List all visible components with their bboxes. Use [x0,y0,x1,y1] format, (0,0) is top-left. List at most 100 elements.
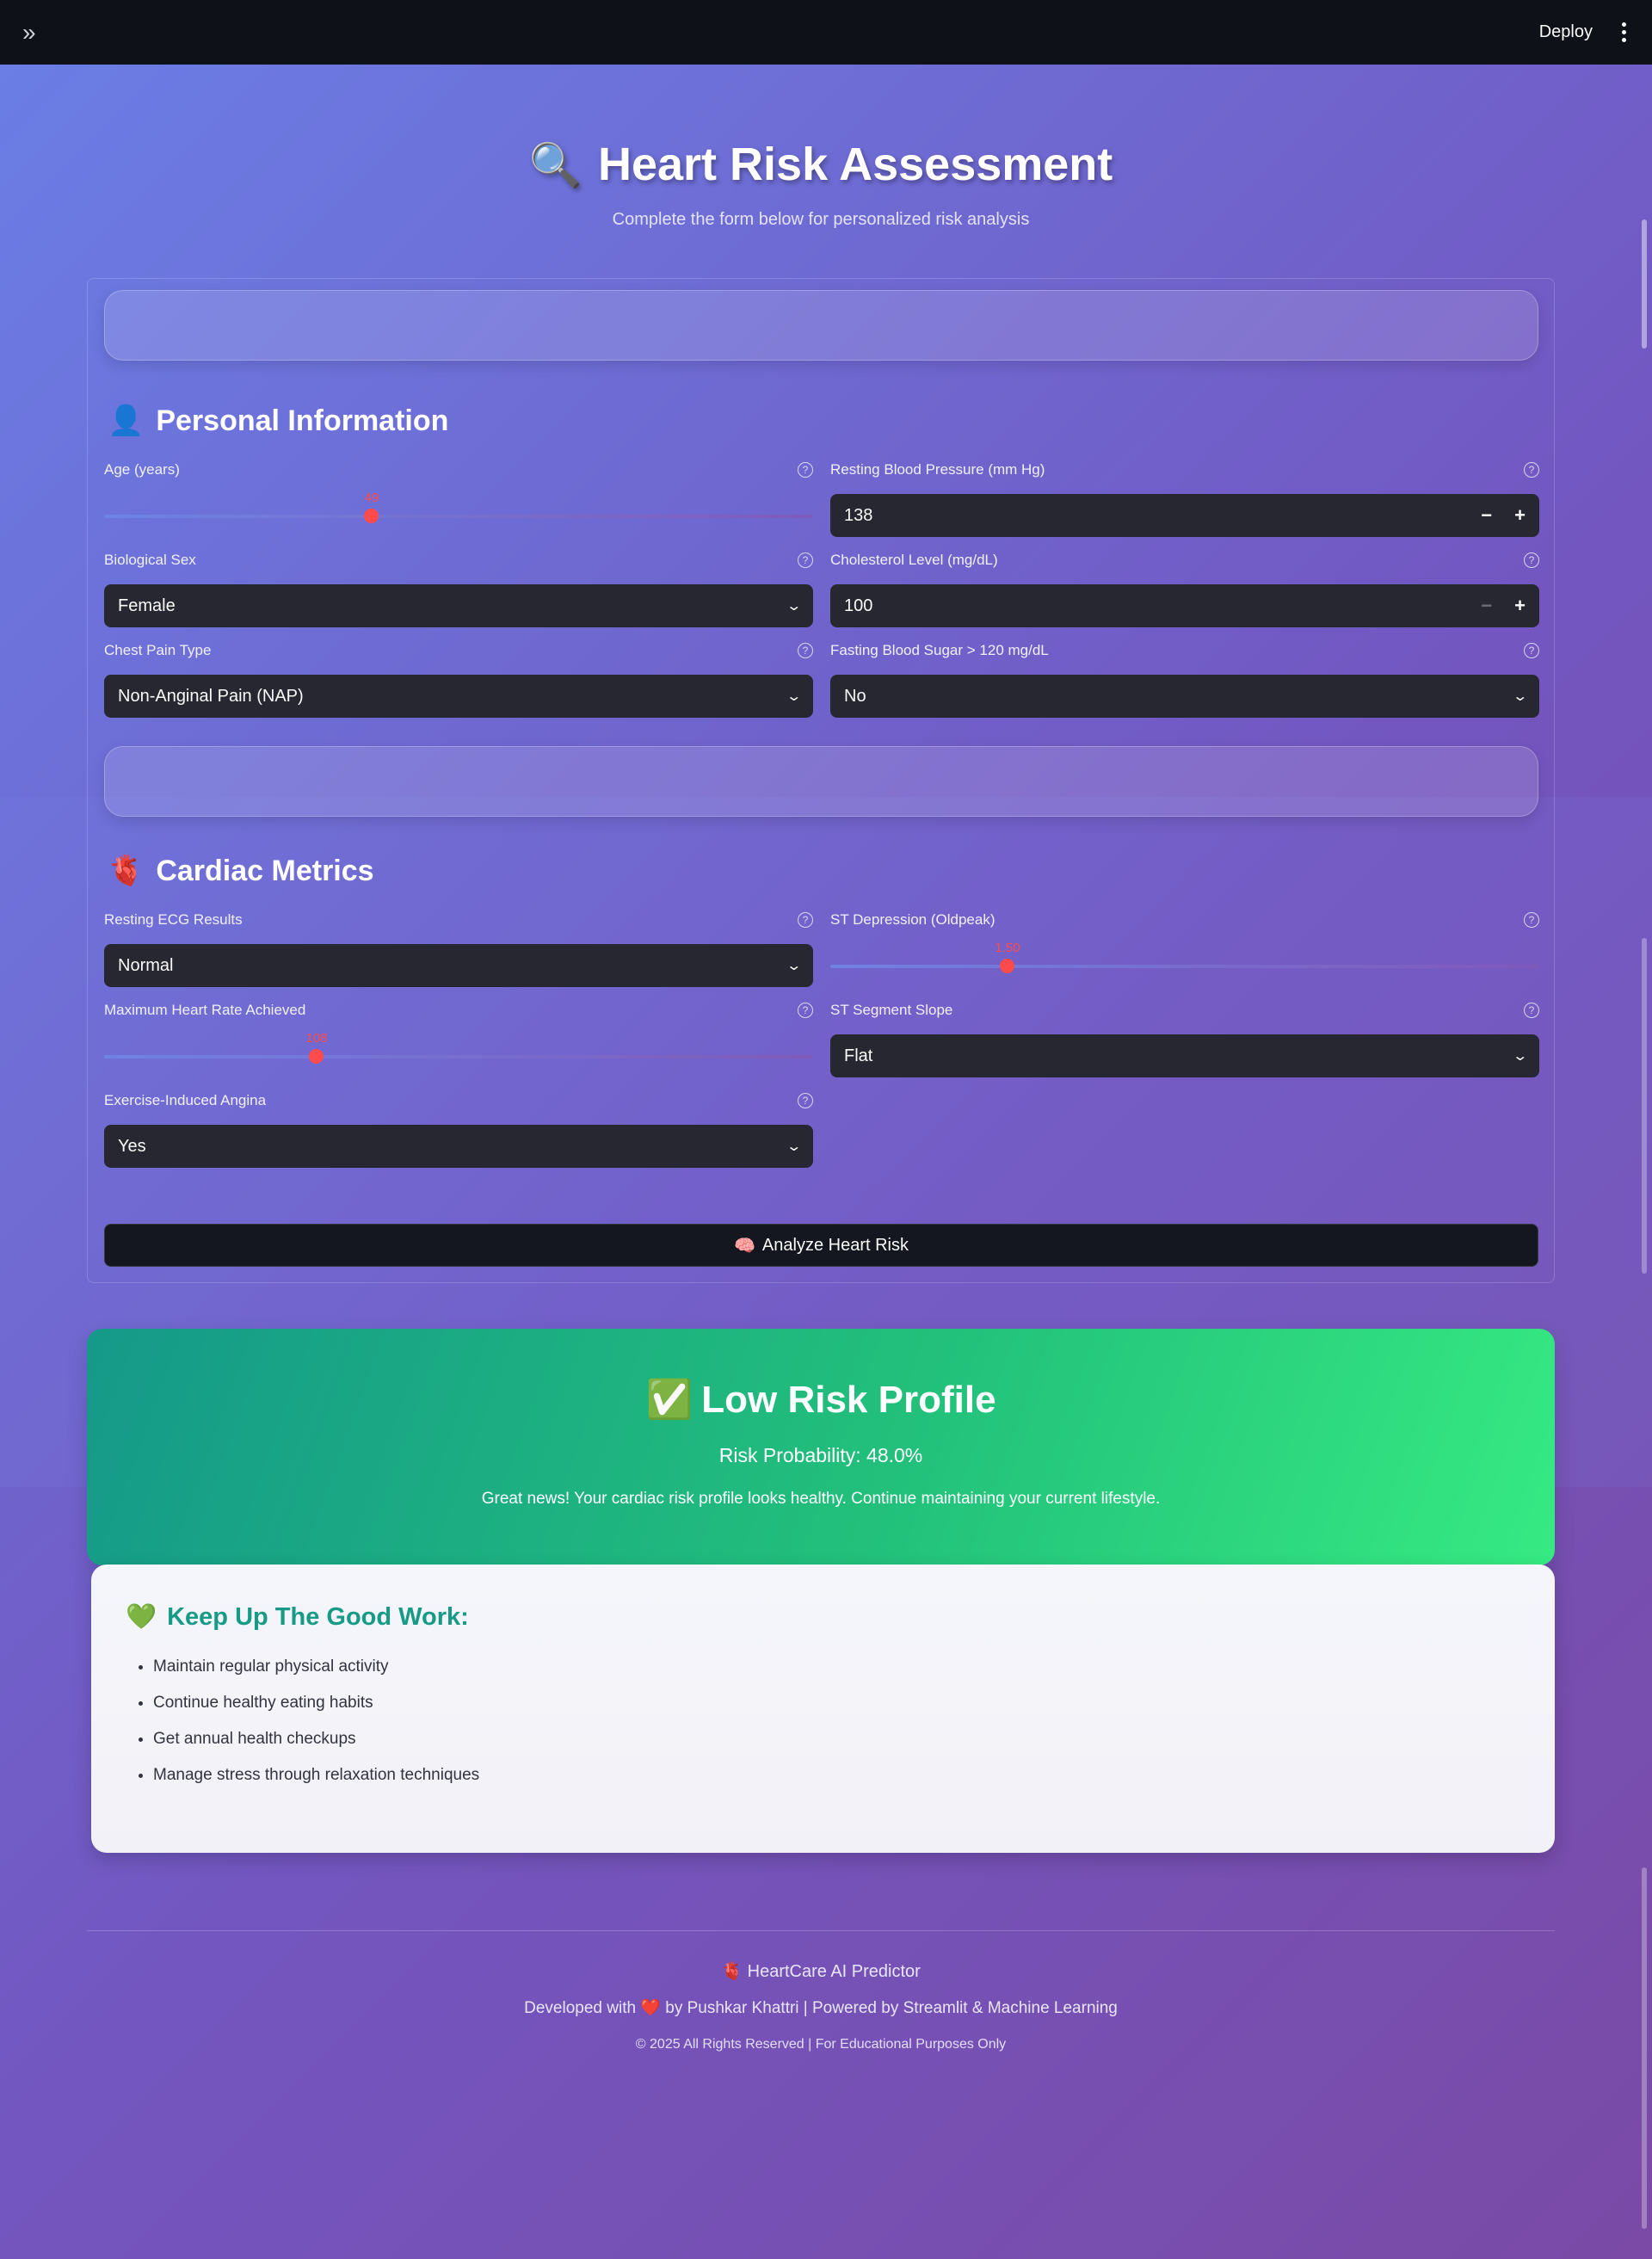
result-title-text: Low Risk Profile [701,1379,996,1421]
chest-pain-value: Non-Anginal Pain (NAP) [118,686,304,706]
oldpeak-field: ST Depression (Oldpeak)? 1.50 [830,911,1539,987]
angina-select[interactable]: Yes ⌄ [104,1125,813,1168]
section-title-personal: 👤 Personal Information [108,404,448,438]
chevron-down-icon[interactable]: ⌄ [1512,688,1528,705]
check-icon: ✅ [645,1379,693,1421]
chevron-down-icon[interactable]: ⌄ [786,957,802,974]
glass-panel [104,746,1538,817]
slider-thumb[interactable] [309,1049,324,1064]
cholesterol-input[interactable]: 100 − + [830,584,1539,627]
help-icon[interactable]: ? [1524,912,1539,928]
help-icon[interactable]: ? [798,1003,813,1018]
decrement-button[interactable]: − [1481,595,1492,617]
angina-field: Exercise-Induced Angina? Yes ⌄ [104,1092,813,1168]
bp-field: Resting Blood Pressure (mm Hg)? 138 − + [830,461,1539,537]
list-item: Manage stress through relaxation techniq… [153,1766,1520,1785]
expand-sidebar-icon[interactable]: » [22,19,35,46]
help-icon[interactable]: ? [798,912,813,928]
chest-pain-label: Chest Pain Type [104,642,212,658]
magnifier-icon: 🔍 [528,141,583,189]
scrollbar[interactable] [1637,65,1652,2259]
page-header: 🔍 Heart Risk Assessment Complete the form… [0,138,1642,230]
risk-probability: Risk Probability: 48.0% [718,1444,923,1466]
help-icon[interactable]: ? [798,462,813,478]
help-icon[interactable]: ? [798,643,813,658]
result-card: ✅ Low Risk Profile Risk Probability: 48.0… [87,1329,1555,1565]
chevron-down-icon[interactable]: ⌄ [786,597,802,614]
max-hr-slider[interactable]: 108 [104,1031,813,1077]
tips-card: 💚 Keep Up The Good Work: Maintain regular… [91,1565,1555,1853]
footer-dev-suffix: by Pushkar Khattri | Powered by Streamli… [665,1999,1118,2017]
help-icon[interactable]: ? [798,552,813,568]
slider-value: 1.50 [995,941,1020,955]
help-icon[interactable]: ? [798,1093,813,1108]
page-subtitle: Complete the form below for personalized… [612,210,1030,229]
increment-button[interactable]: + [1514,504,1526,527]
footer-brand-text: HeartCare AI Predictor [747,1962,921,1981]
footer-dev-prefix: Developed with [524,1999,637,2017]
tips-title-text: Keep Up The Good Work: [167,1602,469,1631]
deploy-button[interactable]: Deploy [1539,22,1593,42]
bp-input[interactable]: 138 − + [830,494,1539,537]
help-icon[interactable]: ? [1524,552,1539,568]
chevron-down-icon[interactable]: ⌄ [786,1138,802,1155]
heart-organ-icon: 🫀 [108,855,145,887]
result-title: ✅ Low Risk Profile [87,1377,1555,1422]
list-item: Get annual health checkups [153,1730,1520,1749]
help-icon[interactable]: ? [1524,643,1539,658]
person-icon: 👤 [108,404,145,437]
age-slider[interactable]: 49 [104,491,813,537]
analyze-button[interactable]: 🧠 Analyze Heart Risk [104,1224,1538,1267]
list-item: Maintain regular physical activity [153,1657,1520,1676]
footer-credits: Developed with ❤️ by Pushkar Khattri | P… [87,1997,1555,2018]
scrollbar-thumb[interactable] [1642,1867,1647,2229]
result-message: Great news! Your cardiac risk profile lo… [481,1490,1161,1508]
glass-panel [104,290,1538,361]
scrollbar-thumb[interactable] [1642,219,1647,349]
heart-icon: ❤️ [640,1999,661,2017]
slope-select[interactable]: Flat ⌄ [830,1034,1539,1077]
brain-icon: 🧠 [734,1236,755,1256]
slider-track[interactable] [104,1055,813,1059]
chest-pain-select[interactable]: Non-Anginal Pain (NAP) ⌄ [104,675,813,718]
increment-button[interactable]: + [1514,595,1526,617]
slider-track[interactable] [104,515,813,518]
sex-field: Biological Sex? Female ⌄ [104,552,813,627]
slider-thumb[interactable] [364,509,379,523]
chevron-down-icon[interactable]: ⌄ [786,688,802,705]
green-heart-icon: 💚 [126,1603,157,1631]
slider-track[interactable] [830,965,1539,968]
ecg-value: Normal [118,955,174,975]
footer-brand: 🫀 HeartCare AI Predictor [87,1960,1555,1982]
slider-value: 49 [364,491,379,505]
chevron-down-icon[interactable]: ⌄ [1512,1047,1528,1065]
angina-value: Yes [118,1136,146,1156]
main-menu-icon[interactable] [1618,19,1630,46]
max-hr-label: Maximum Heart Rate Achieved [104,1002,306,1018]
decrement-button[interactable]: − [1481,504,1492,527]
bp-label: Resting Blood Pressure (mm Hg) [830,461,1045,478]
max-hr-field: Maximum Heart Rate Achieved? 108 [104,1002,813,1077]
oldpeak-label: ST Depression (Oldpeak) [830,911,996,928]
bp-value[interactable]: 138 [844,506,872,526]
chest-pain-field: Chest Pain Type? Non-Anginal Pain (NAP) … [104,642,813,718]
fbs-label: Fasting Blood Sugar > 120 mg/dL [830,642,1049,658]
help-icon[interactable]: ? [1524,462,1539,478]
cholesterol-value[interactable]: 100 [844,596,872,616]
page-title-text: Heart Risk Assessment [597,139,1113,190]
scrollbar-thumb[interactable] [1642,938,1647,1274]
oldpeak-slider[interactable]: 1.50 [830,941,1539,987]
heart-organ-icon: 🫀 [721,1962,743,1981]
slider-thumb[interactable] [1000,959,1014,973]
section-title-text: Personal Information [156,404,449,437]
cholesterol-field: Cholesterol Level (mg/dL)? 100 − + [830,552,1539,627]
fbs-select[interactable]: No ⌄ [830,675,1539,718]
sex-select[interactable]: Female ⌄ [104,584,813,627]
footer-copyright: © 2025 All Rights Reserved | For Educati… [635,2037,1007,2052]
ecg-select[interactable]: Normal ⌄ [104,944,813,987]
topbar-actions: Deploy [1539,19,1630,46]
help-icon[interactable]: ? [1524,1003,1539,1018]
page-title: 🔍 Heart Risk Assessment [0,138,1642,191]
tips-title: 💚 Keep Up The Good Work: [126,1602,1520,1632]
top-bar: » Deploy [0,0,1652,65]
